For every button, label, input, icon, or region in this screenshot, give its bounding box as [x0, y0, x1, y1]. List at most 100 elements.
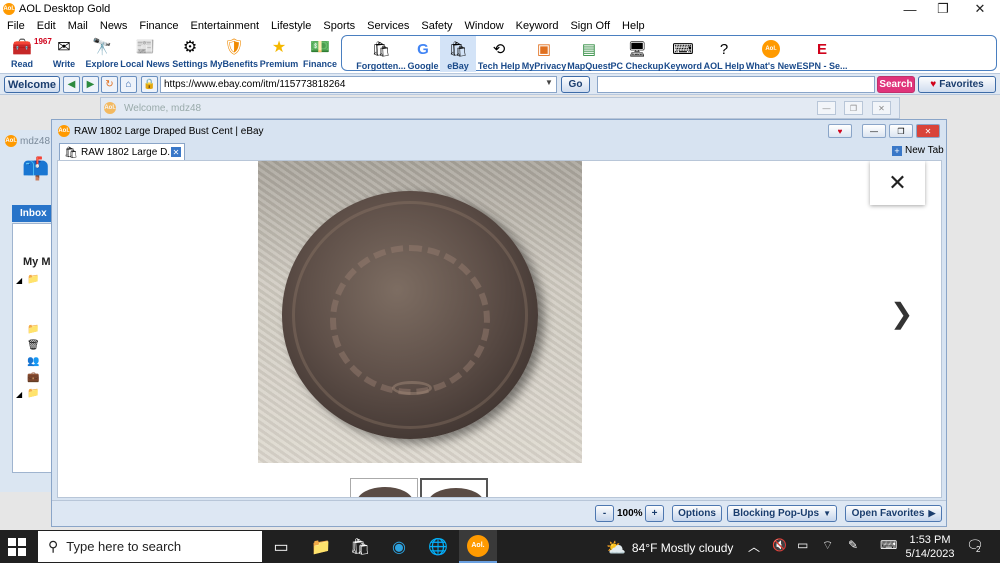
read-button[interactable]: 🧰 1967 Read — [0, 34, 52, 72]
keyboard-icon[interactable]: ⌨ — [880, 538, 897, 552]
menu-entertainment[interactable]: Entertainment — [191, 20, 259, 32]
finance-button[interactable]: 💵 Finance — [300, 34, 340, 72]
task-view-icon[interactable]: ▭ — [270, 536, 292, 558]
fav-ebay[interactable]: 🛍 eBay — [440, 36, 476, 72]
minimize-button[interactable]: — — [862, 124, 886, 138]
fav-myprivacy[interactable]: ▣ MyPrivacy — [522, 36, 567, 72]
taskbar-search-box[interactable]: ⚲ Type here to search — [38, 531, 262, 562]
welcome-window[interactable]: Aol. Welcome, mdz48 — ❐ ✕ — [100, 97, 900, 119]
fav-espn[interactable]: E ESPN - Se... — [796, 36, 847, 72]
menu-services[interactable]: Services — [367, 20, 409, 32]
menu-lifestyle[interactable]: Lifestyle — [271, 20, 311, 32]
finance-label: Finance — [302, 59, 337, 69]
tab-ebay[interactable]: 🛍 RAW 1802 Large D... ✕ — [59, 143, 185, 160]
notification-icon[interactable]: 🗨 2 — [966, 537, 986, 555]
wifi-icon[interactable]: ⌔ — [822, 538, 833, 553]
reload-icon[interactable]: ↻ — [101, 76, 118, 93]
next-image-arrow-icon[interactable]: ❯ — [890, 297, 913, 330]
address-bar[interactable]: https://www.ebay.com/itm/115773818264 — [160, 76, 557, 93]
browser-window: Aol. RAW 1802 Large Draped Bust Cent | e… — [51, 119, 947, 527]
fav-pc-checkup[interactable]: 🖥 PC Checkup — [611, 36, 664, 72]
microsoft-store-icon[interactable]: 🛍 — [349, 536, 371, 558]
zoom-in-button[interactable]: + — [645, 505, 664, 522]
menu-finance[interactable]: Finance — [139, 20, 178, 32]
fav-tech-help[interactable]: ⟲ Tech Help — [478, 36, 520, 72]
fav-whats-new[interactable]: Aol. What's New — [746, 36, 796, 72]
menu-news[interactable]: News — [100, 20, 128, 32]
menu-sign-off[interactable]: Sign Off — [570, 20, 610, 32]
open-favorites-button[interactable]: Open Favorites ▶ — [845, 505, 942, 522]
contacts-icon[interactable]: 👥 — [27, 356, 39, 367]
search-input[interactable] — [597, 76, 875, 93]
folder-icon[interactable]: 📁 — [27, 324, 39, 335]
edge-browser-icon[interactable]: ◉ — [388, 536, 410, 558]
welcome-button[interactable]: Welcome — [4, 76, 60, 93]
folder-icon[interactable]: 📁 — [27, 274, 39, 285]
ebay-bag-icon: 🛍 — [448, 41, 468, 58]
windows-taskbar: ⚲ Type here to search ▭ 📁 🛍 ◉ 🌐 Aol. ⛅ 8… — [0, 530, 1000, 563]
maximize-button[interactable]: ❐ — [844, 101, 863, 115]
forward-arrow-icon[interactable]: ▶ — [82, 76, 99, 93]
maximize-button[interactable]: ❐ — [889, 124, 913, 138]
fav-whats-new-label: What's New — [745, 61, 797, 71]
unread-count-badge: 1967 — [34, 37, 52, 46]
explore-button[interactable]: 🔭 Explore — [84, 34, 120, 72]
windows-start-icon[interactable] — [8, 538, 26, 556]
product-image[interactable] — [258, 161, 582, 463]
aol-taskbar-button[interactable]: Aol. — [459, 530, 497, 563]
thumbnail-image-selected[interactable] — [420, 478, 488, 497]
menu-file[interactable]: File — [7, 20, 25, 32]
heart-favorite-icon[interactable]: ♥ — [828, 124, 852, 138]
fav-forgotten[interactable]: 🛍 Forgotten... — [356, 36, 406, 72]
close-button[interactable]: ✕ — [872, 101, 891, 115]
menu-window[interactable]: Window — [465, 20, 504, 32]
fav-aol-help[interactable]: ? AOL Help — [704, 36, 745, 72]
zoom-out-button[interactable]: - — [595, 505, 614, 522]
system-clock[interactable]: 1:53 PM 5/14/2023 — [898, 533, 962, 561]
menu-mail[interactable]: Mail — [68, 20, 88, 32]
speaker-muted-icon[interactable]: 🔇 — [772, 538, 787, 552]
chevron-up-icon[interactable]: ︿ — [748, 538, 760, 555]
privacy-icon: ▣ — [536, 41, 552, 58]
close-button[interactable]: ✕ — [916, 124, 940, 138]
chrome-browser-icon[interactable]: 🌐 — [427, 536, 449, 558]
tab-close-icon[interactable]: ✕ — [171, 147, 181, 157]
home-icon[interactable]: ⌂ — [120, 76, 137, 93]
premium-button[interactable]: ★ Premium — [258, 34, 300, 72]
go-button[interactable]: Go — [561, 76, 590, 93]
new-tab-button[interactable]: + New Tab — [892, 145, 944, 156]
menu-safety[interactable]: Safety — [421, 20, 452, 32]
folder-icon[interactable]: 📁 — [27, 388, 39, 399]
minimize-button[interactable]: — — [817, 101, 836, 115]
close-viewer-icon[interactable]: ✕ — [870, 161, 925, 205]
back-arrow-icon[interactable]: ◀ — [63, 76, 80, 93]
chevron-down-icon[interactable]: ▼ — [545, 78, 553, 87]
local-news-button[interactable]: 📰 Local News — [120, 34, 170, 72]
thumbnail-image[interactable] — [350, 478, 418, 497]
mybenefits-button[interactable]: 🛡 MyBenefits — [210, 34, 258, 72]
file-explorer-icon[interactable]: 📁 — [310, 536, 332, 558]
menu-sports[interactable]: Sports — [323, 20, 355, 32]
fav-mapquest[interactable]: ▤ MapQuest — [567, 36, 611, 72]
new-tab-label: New Tab — [905, 145, 944, 156]
trash-icon[interactable]: 🗑 — [27, 340, 40, 351]
fav-google[interactable]: G Google — [408, 36, 439, 72]
briefcase-icon[interactable]: 💼 — [27, 372, 39, 383]
maximize-button[interactable]: ❐ — [928, 0, 958, 18]
favorites-button[interactable]: ♥ Favorites — [918, 76, 996, 93]
menu-edit[interactable]: Edit — [37, 20, 56, 32]
weather-widget[interactable]: ⛅ 84°F Mostly cloudy — [606, 538, 733, 558]
menu-keyword[interactable]: Keyword — [516, 20, 559, 32]
menu-help[interactable]: Help — [622, 20, 645, 32]
close-button[interactable]: ✕ — [965, 0, 995, 18]
popup-blocker-dropdown[interactable]: Blocking Pop-Ups ▼ — [727, 505, 837, 522]
minimize-button[interactable]: — — [895, 0, 925, 18]
fav-keyword[interactable]: ⌨ Keyword — [664, 36, 702, 72]
partly-cloudy-icon: ⛅ — [606, 540, 626, 557]
battery-icon[interactable]: ▭ — [797, 538, 808, 552]
search-button[interactable]: Search — [877, 76, 915, 93]
espn-icon: E — [816, 40, 827, 58]
settings-button[interactable]: ⚙ Settings — [170, 34, 210, 72]
pen-icon[interactable]: ✎ — [848, 538, 858, 552]
options-button[interactable]: Options — [672, 505, 722, 522]
